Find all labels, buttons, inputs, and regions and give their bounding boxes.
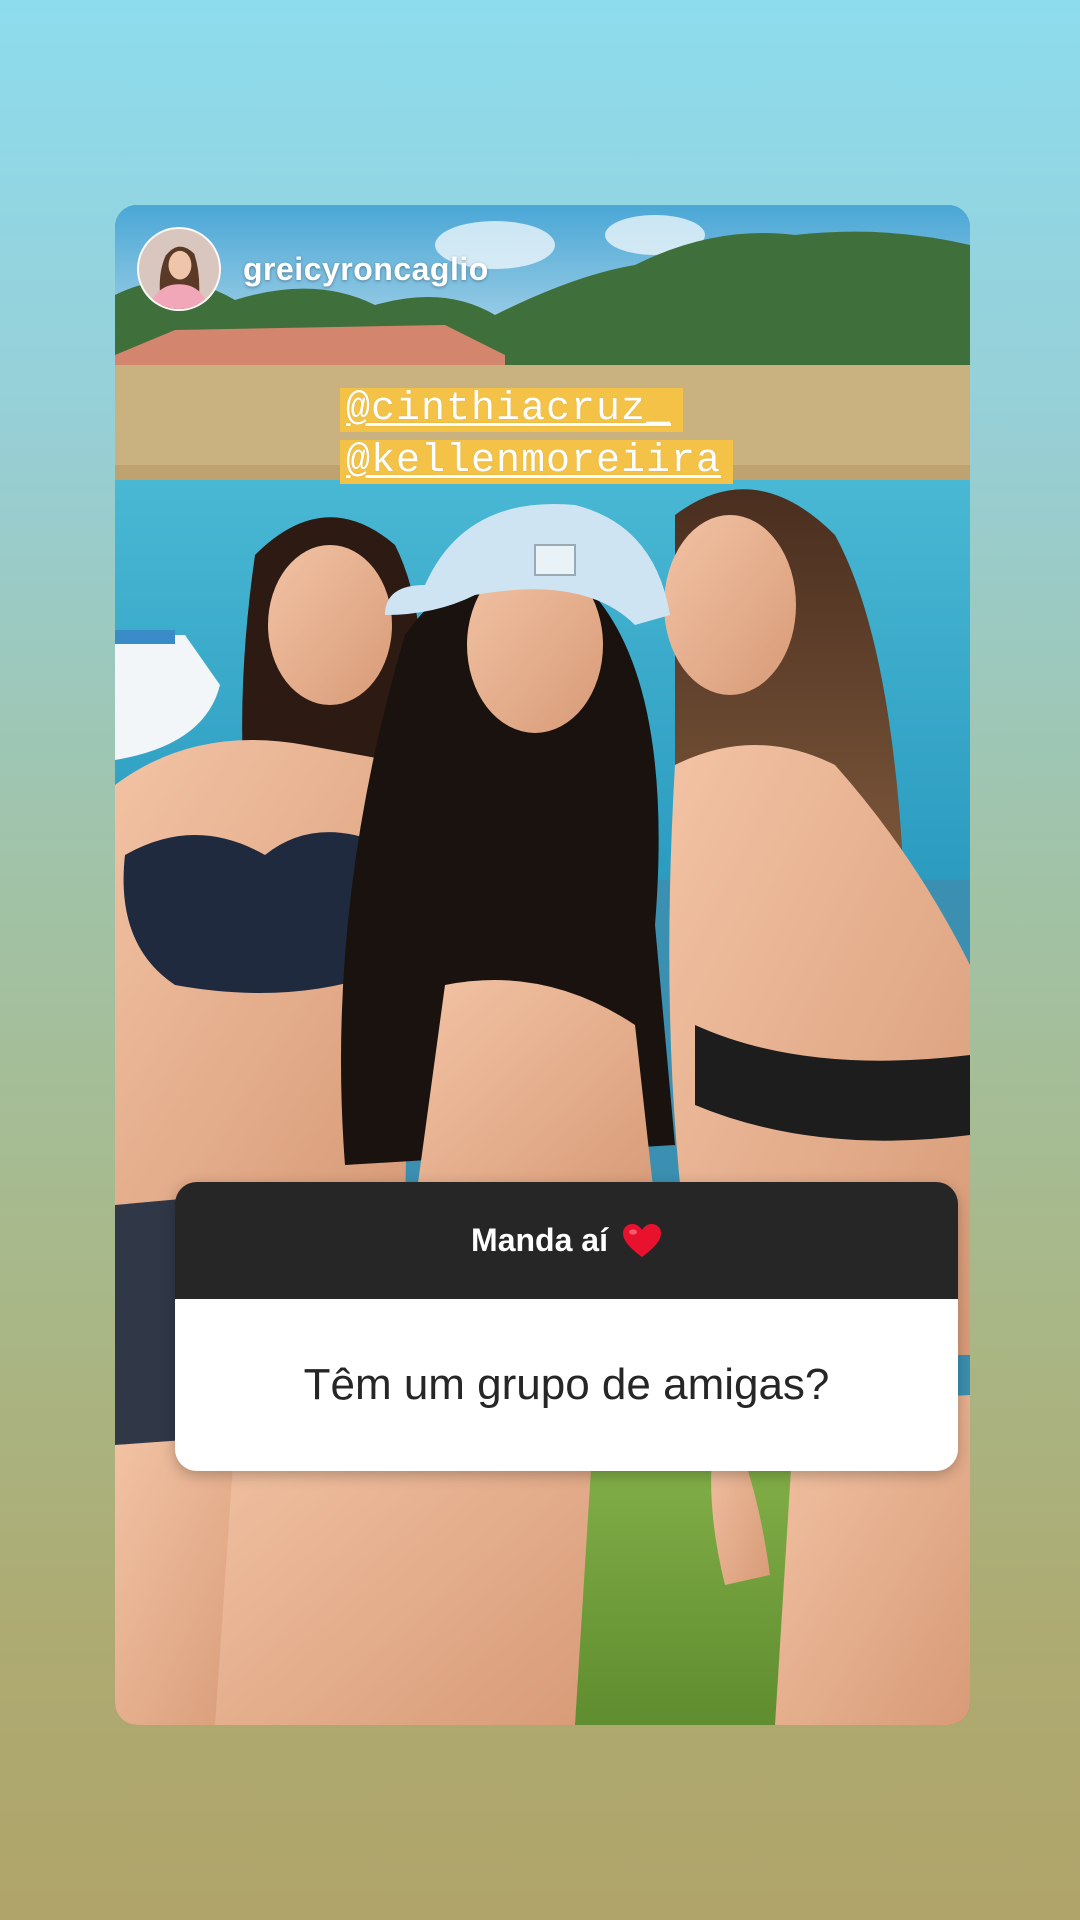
question-prompt: Manda aí [471, 1222, 608, 1258]
story-username[interactable]: greicyroncaglio [243, 251, 489, 288]
question-sticker-body: Têm um grupo de amigas? [175, 1299, 958, 1471]
mention-tag[interactable]: @kellenmoreiira [340, 440, 734, 484]
story-photo [115, 205, 970, 1725]
avatar[interactable] [137, 227, 221, 311]
question-sticker[interactable]: Manda aí Têm um grupo de amigas? [175, 1182, 958, 1471]
question-text: Têm um grupo de amigas? [303, 1360, 830, 1409]
story-card[interactable]: greicyroncaglio @cinthiacruz_ @kellenmor… [115, 205, 970, 1725]
question-sticker-header: Manda aí [175, 1182, 958, 1299]
mention-tag[interactable]: @cinthiacruz_ [340, 388, 684, 432]
story-header: greicyroncaglio [137, 227, 489, 311]
red-heart-icon [622, 1223, 662, 1259]
